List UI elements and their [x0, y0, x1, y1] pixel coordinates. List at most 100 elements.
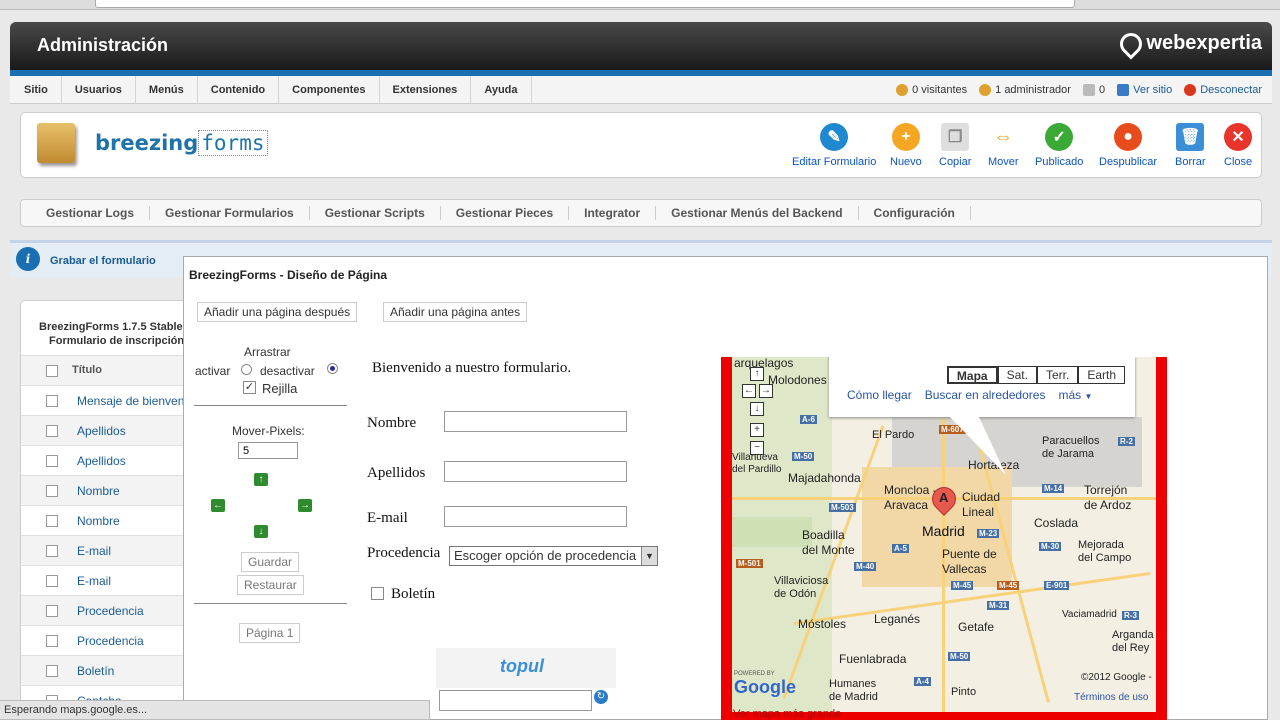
pan-up-icon[interactable]: ↑ — [750, 367, 764, 381]
visitors-status: 0 visitantes — [896, 84, 967, 96]
submenu-forms[interactable]: Gestionar Formularios — [150, 206, 310, 220]
row-checkbox[interactable] — [46, 395, 58, 407]
edit-form-label: Editar Formulario — [792, 156, 877, 168]
box-icon — [37, 123, 75, 163]
move-button[interactable]: ⇔ Mover — [988, 123, 1019, 169]
captcha-input[interactable] — [439, 690, 592, 711]
row-link[interactable]: Apellidos — [77, 454, 126, 468]
surname-label: Apellidos — [367, 465, 426, 481]
pan-right-icon[interactable]: → — [759, 384, 773, 398]
row-link[interactable]: Nombre — [77, 514, 120, 528]
row-link[interactable]: Boletín — [77, 664, 114, 678]
add-page-before-button[interactable]: Añadir una página antes — [383, 302, 528, 322]
menu-usuarios[interactable]: Usuarios — [62, 75, 136, 104]
origin-select[interactable]: Escoger opción de procedencia ▼ — [449, 546, 658, 566]
row-checkbox[interactable] — [46, 455, 58, 467]
place-label: El Pardo — [872, 429, 915, 441]
arrow-right-icon[interactable]: → — [298, 499, 312, 512]
zoom-out-icon[interactable]: − — [750, 441, 764, 455]
bigger-map-link[interactable]: Ver mapa más grande — [733, 708, 841, 720]
map-type-terr[interactable]: Terr. — [1036, 366, 1079, 384]
submenu-backend-menus[interactable]: Gestionar Menús del Backend — [656, 206, 859, 220]
menu-componentes[interactable]: Componentes — [279, 75, 380, 104]
save-button[interactable]: Guardar — [241, 552, 300, 572]
arrow-down-icon[interactable]: ↓ — [254, 525, 268, 538]
name-input[interactable] — [444, 411, 627, 432]
add-page-after-button[interactable]: Añadir una página después — [197, 302, 358, 322]
copy-button[interactable]: ❐ Copiar — [939, 123, 971, 168]
delete-button[interactable]: 🗑 Borrar — [1175, 123, 1206, 168]
map-type-earth[interactable]: Earth — [1078, 366, 1125, 384]
view-site-link[interactable]: Ver sitio — [1117, 84, 1172, 96]
refresh-captcha-icon[interactable]: ↻ — [594, 690, 608, 704]
newsletter-checkbox[interactable] — [371, 587, 384, 600]
terms-link[interactable]: Términos de uso — [1074, 692, 1148, 703]
row-checkbox[interactable] — [46, 485, 58, 497]
map-type-sat[interactable]: Sat. — [997, 366, 1037, 384]
row-link[interactable]: Procedencia — [77, 604, 144, 618]
submenu-scripts[interactable]: Gestionar Scripts — [310, 206, 441, 220]
arrow-up-icon[interactable]: ↑ — [254, 473, 268, 486]
published-button[interactable]: ✓ Publicado — [1035, 123, 1083, 168]
menu-ayuda[interactable]: Ayuda — [471, 75, 532, 104]
new-button[interactable]: + Nuevo — [890, 123, 922, 168]
place-label: Moncloa - Aravaca — [884, 483, 937, 512]
submenu-logs[interactable]: Gestionar Logs — [31, 206, 151, 220]
menu-contenido[interactable]: Contenido — [198, 75, 280, 104]
map-city-madrid: Madrid — [922, 523, 965, 539]
zoom-in-icon[interactable]: + — [750, 423, 764, 437]
row-checkbox[interactable] — [46, 635, 58, 647]
unpublish-button[interactable]: ● Despublicar — [1099, 123, 1157, 168]
row-link[interactable]: Nombre — [77, 484, 120, 498]
row-checkbox[interactable] — [46, 605, 58, 617]
toolbar-panel: breezing forms ✎ Editar Formulario + Nuevo … — [20, 112, 1262, 178]
logout-link[interactable]: Desconectar — [1184, 84, 1262, 96]
row-link[interactable]: Procedencia — [77, 634, 144, 648]
row-link[interactable]: Apellidos — [77, 424, 126, 438]
arrow-left-icon[interactable]: ← — [211, 499, 225, 512]
welcome-text: Bienvenido a nuestro formulario. — [372, 360, 572, 376]
map-copyright: ©2012 Google - — [1081, 672, 1152, 683]
road-label: M-45 — [997, 581, 1020, 590]
google-map[interactable]: A-6 M-50 M-503 A-5 M-23 M-14 M-30 M-40 M… — [732, 357, 1156, 712]
row-checkbox[interactable] — [46, 665, 58, 677]
activate-radio[interactable] — [241, 364, 252, 375]
row-checkbox[interactable] — [46, 575, 58, 587]
pan-down-icon[interactable]: ↓ — [750, 402, 764, 416]
search-nearby-link[interactable]: Buscar en alrededores — [925, 388, 1046, 402]
submenu-integrator[interactable]: Integrator — [569, 206, 657, 220]
restore-button[interactable]: Restaurar — [237, 575, 304, 595]
deactivate-radio[interactable] — [327, 363, 338, 374]
row-link[interactable]: Mensaje de bienvenida — [77, 394, 189, 408]
pan-left-icon[interactable]: ← — [742, 384, 756, 398]
menu-sitio[interactable]: Sitio — [10, 75, 62, 104]
row-checkbox[interactable] — [46, 545, 58, 557]
surname-input[interactable] — [444, 461, 627, 482]
submenu-pieces[interactable]: Gestionar Pieces — [441, 206, 570, 220]
edit-form-button[interactable]: ✎ Editar Formulario — [792, 123, 876, 168]
row-link[interactable]: E-mail — [77, 544, 111, 558]
browser-status-bar: Esperando maps.google.es... — [0, 700, 430, 720]
map-type-mapa[interactable]: Mapa — [946, 366, 998, 384]
submenu-config[interactable]: Configuración — [859, 206, 971, 220]
road-label: A-6 — [800, 415, 817, 424]
email-input[interactable] — [444, 506, 627, 527]
more-link[interactable]: más ▼ — [1058, 388, 1092, 402]
address-bar[interactable] — [95, 0, 1075, 8]
close-button[interactable]: ✕ Close — [1224, 123, 1252, 168]
menu-extensiones[interactable]: Extensiones — [380, 75, 472, 104]
road-label: M-40 — [854, 562, 877, 571]
place-label: Leganés — [874, 612, 921, 626]
menu-menus[interactable]: Menús — [136, 75, 198, 104]
directions-link[interactable]: Cómo llegar — [847, 388, 912, 402]
select-all-checkbox[interactable] — [46, 365, 58, 377]
column-title[interactable]: Título — [72, 364, 102, 376]
grid-checkbox[interactable]: ✓ — [243, 381, 256, 394]
save-form-link[interactable]: Grabar el formulario — [50, 255, 156, 267]
row-checkbox[interactable] — [46, 515, 58, 527]
row-link[interactable]: E-mail — [77, 574, 111, 588]
row-checkbox[interactable] — [46, 425, 58, 437]
admins-status: 1 administrador — [979, 84, 1071, 96]
move-pixels-input[interactable] — [238, 442, 298, 459]
page-1-button[interactable]: Página 1 — [239, 623, 301, 643]
